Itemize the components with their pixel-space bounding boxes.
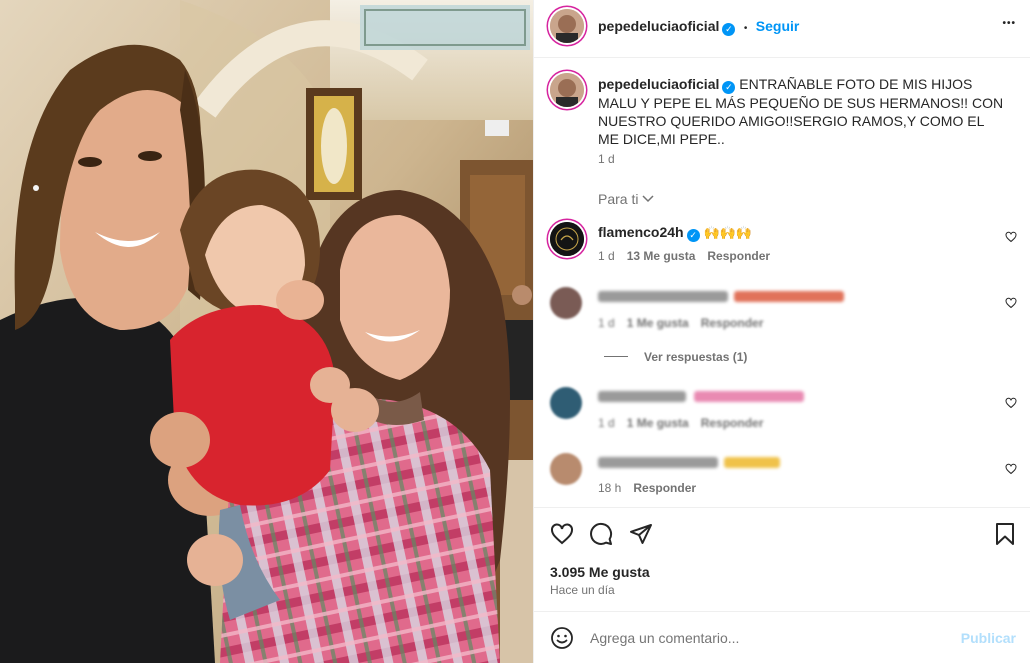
comment-username-blurred [598,291,728,302]
caption-time: 1 d [598,152,615,166]
post-photo[interactable] [0,0,533,663]
comment-avatar-blurred[interactable] [550,387,582,419]
post-date: Hace un día [550,583,615,597]
caption: pepedeluciaoficial ✓ ENTRAÑABLE FOTO DE M… [598,75,1008,148]
header-username[interactable]: pepedeluciaoficial [598,18,719,34]
post-side-panel: pepedeluciaoficial ✓ • Seguir ••• pepedel… [533,0,1030,663]
follow-button[interactable]: Seguir [756,18,800,34]
comment-like-heart-icon[interactable] [1005,463,1017,475]
caption-avatar[interactable] [550,73,584,107]
actions-divider [534,507,1030,508]
publish-button[interactable]: Publicar [961,630,1016,646]
flamenco-logo-icon [550,222,584,256]
author-avatar-image [550,9,584,43]
comment-reply-button[interactable]: Responder [707,249,770,263]
comment-meta-blurred: 1 d 1 Me gusta Responder [598,416,763,430]
comment-meta: 18 h Responder [598,481,696,495]
comment-meta-blurred: 1 d 1 Me gusta Responder [598,316,763,330]
likes-count[interactable]: 3.095 Me gusta [550,564,650,580]
instagram-post-modal: pepedeluciaoficial ✓ • Seguir ••• pepedel… [0,0,1030,663]
comment-body: flamenco24h ✓ 🙌🙌🙌 [598,224,752,242]
comment-reply-button[interactable]: Responder [633,481,696,495]
comment-text-blurred [724,457,780,468]
comment-username-blurred [598,457,718,468]
comment-username-blurred [598,391,686,402]
comment-text-blurred [734,291,844,302]
comment-input[interactable] [590,627,930,649]
caption-username[interactable]: pepedeluciaoficial [598,76,719,92]
caption-avatar-image [550,73,584,107]
share-icon[interactable] [629,522,653,546]
verified-badge-icon: ✓ [722,23,736,36]
comment-icon[interactable] [589,522,613,546]
comment-time: 1 d [598,416,615,430]
comment-text-blurred [694,391,804,402]
heart-icon[interactable] [549,522,575,546]
comment-likes[interactable]: 13 Me gusta [627,249,696,263]
comment-filter[interactable]: Para ti [598,191,654,207]
composer-divider [534,611,1030,612]
bookmark-icon[interactable] [994,522,1016,546]
smiley-icon[interactable] [550,626,574,650]
view-replies-line [604,356,628,357]
author-avatar[interactable] [550,9,584,43]
comment-verified-icon: ✓ [686,229,700,242]
comment-meta: 1 d 13 Me gusta Responder [598,249,770,263]
comment-avatar[interactable] [550,222,584,256]
comment-likes[interactable]: 1 Me gusta [627,316,689,330]
comment-time: 18 h [598,481,622,495]
comment-username[interactable]: flamenco24h [598,224,684,240]
comment-like-heart-icon[interactable] [1005,231,1017,243]
caption-verified-icon: ✓ [722,81,736,94]
comment-like-heart-icon[interactable] [1005,397,1017,409]
comment-text: 🙌🙌🙌 [703,225,753,240]
header-divider [534,57,1030,58]
view-replies-button[interactable]: Ver respuestas (1) [644,350,747,364]
comment-avatar-blurred[interactable] [550,453,582,485]
header-dot: • [743,23,748,34]
comment-reply-button[interactable]: Responder [701,416,764,430]
post-photo-illustration [0,0,533,663]
comment-time: 1 d [598,249,615,263]
chevron-down-icon [642,195,654,203]
more-options-icon[interactable]: ••• [1002,18,1016,29]
comment-time: 1 d [598,316,615,330]
comment-reply-button[interactable]: Responder [701,316,764,330]
comment-avatar-blurred[interactable] [550,287,582,319]
comment-filter-label: Para ti [598,191,639,207]
comment-likes[interactable]: 1 Me gusta [627,416,689,430]
header-user-row: pepedeluciaoficial ✓ • Seguir [598,18,799,36]
comment-like-heart-icon[interactable] [1005,297,1017,309]
